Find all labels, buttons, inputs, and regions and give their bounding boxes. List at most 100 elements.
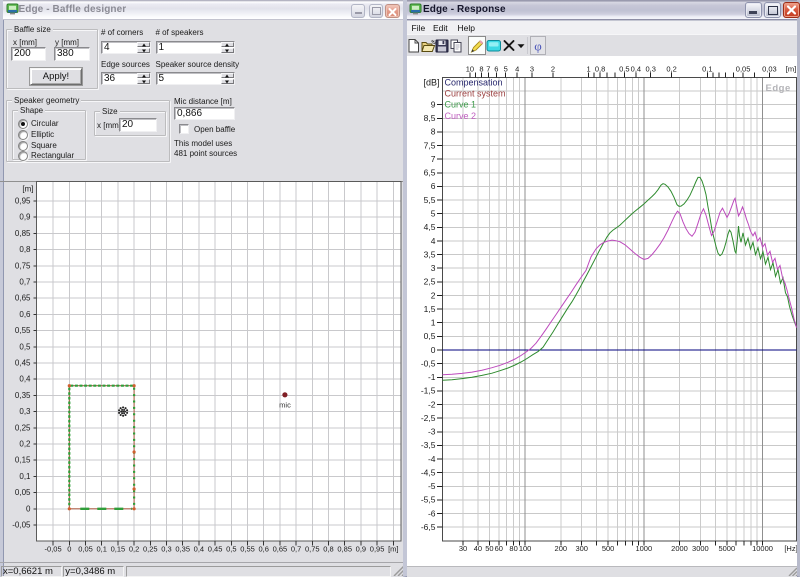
svg-text:5: 5 [431,209,436,219]
svg-text:5000: 5000 [718,544,735,553]
svg-text:0,2: 0,2 [666,65,676,74]
svg-text:0,4: 0,4 [194,545,204,554]
svg-text:mic: mic [279,401,291,410]
svg-text:0: 0 [431,345,436,355]
svg-text:1: 1 [587,65,591,74]
svg-text:1000: 1000 [635,544,652,553]
svg-text:-5,5: -5,5 [421,495,436,505]
svg-text:500: 500 [602,544,615,553]
svg-text:0,05: 0,05 [15,488,31,497]
svg-text:-3,5: -3,5 [421,440,436,450]
svg-text:0,55: 0,55 [240,545,255,554]
svg-text:0,25: 0,25 [143,545,158,554]
svg-text:0,35: 0,35 [175,545,190,554]
svg-text:Curve 2: Curve 2 [445,111,477,121]
svg-text:0,7: 0,7 [291,545,301,554]
svg-text:-3: -3 [428,427,436,437]
svg-text:0,2: 0,2 [19,440,31,449]
svg-text:-0,05: -0,05 [12,521,31,530]
svg-text:0,6: 0,6 [258,545,268,554]
svg-text:0,45: 0,45 [15,359,31,368]
svg-text:0,1: 0,1 [96,545,106,554]
svg-text:6,5: 6,5 [424,168,436,178]
svg-text:-4,5: -4,5 [421,468,436,478]
svg-text:0: 0 [26,504,31,513]
svg-text:0,45: 0,45 [208,545,223,554]
svg-text:-6: -6 [428,508,436,518]
svg-text:-1: -1 [428,372,436,382]
svg-text:Curve 1: Curve 1 [445,100,477,110]
svg-text:4: 4 [431,236,436,246]
svg-text:Current system: Current system [445,89,506,99]
svg-text:0,3: 0,3 [645,65,655,74]
svg-text:0,9: 0,9 [356,545,366,554]
svg-text:0,4: 0,4 [19,375,31,384]
svg-text:-6,5: -6,5 [421,522,436,532]
svg-text:[m]: [m] [388,545,398,554]
svg-text:-2,5: -2,5 [421,413,436,423]
svg-text:0,25: 0,25 [15,423,31,432]
svg-text:0,5: 0,5 [424,331,436,341]
svg-text:0,6: 0,6 [19,310,31,319]
svg-text:1,5: 1,5 [424,304,436,314]
svg-text:-0,5: -0,5 [421,358,436,368]
svg-text:80: 80 [509,544,517,553]
svg-text:5,5: 5,5 [424,195,436,205]
svg-text:0,65: 0,65 [15,294,31,303]
svg-text:0,9: 0,9 [19,213,31,222]
svg-text:0,5: 0,5 [619,65,629,74]
svg-text:-5: -5 [428,481,436,491]
svg-text:0,3: 0,3 [19,407,31,416]
svg-text:0,95: 0,95 [370,545,385,554]
svg-text:0,5: 0,5 [226,545,236,554]
svg-text:8: 8 [479,65,483,74]
svg-text:2,5: 2,5 [424,277,436,287]
svg-text:3000: 3000 [692,544,709,553]
svg-text:0,05: 0,05 [736,65,751,74]
svg-text:0,15: 0,15 [15,456,31,465]
svg-text:0,05: 0,05 [78,545,93,554]
svg-text:[dB]: [dB] [423,78,439,88]
svg-text:4,5: 4,5 [424,222,436,232]
svg-text:10: 10 [466,65,474,74]
svg-text:6: 6 [494,65,498,74]
svg-text:7: 7 [486,65,490,74]
svg-text:0,35: 0,35 [15,391,31,400]
svg-text:0,3: 0,3 [161,545,171,554]
svg-text:0,85: 0,85 [337,545,352,554]
svg-text:50: 50 [485,544,493,553]
svg-text:8,5: 8,5 [424,113,436,123]
svg-text:100: 100 [519,544,532,553]
svg-text:2000: 2000 [671,544,688,553]
svg-text:0,55: 0,55 [15,326,31,335]
svg-text:0,7: 0,7 [19,278,31,287]
svg-text:0,8: 0,8 [595,65,605,74]
svg-text:8: 8 [431,127,436,137]
svg-text:-4: -4 [428,454,436,464]
svg-text:5: 5 [504,65,508,74]
svg-text:9: 9 [431,100,436,110]
svg-text:[Hz]: [Hz] [784,544,797,553]
svg-text:0,85: 0,85 [15,229,31,238]
svg-text:3: 3 [530,65,534,74]
svg-text:0,65: 0,65 [273,545,288,554]
svg-text:3,5: 3,5 [424,249,436,259]
svg-text:7,5: 7,5 [424,140,436,150]
svg-text:3: 3 [431,263,436,273]
svg-text:0,75: 0,75 [305,545,320,554]
svg-text:60: 60 [495,544,503,553]
svg-text:1: 1 [431,318,436,328]
svg-text:[m]: [m] [786,65,796,74]
svg-text:2: 2 [431,290,436,300]
svg-text:0,8: 0,8 [323,545,333,554]
svg-text:7: 7 [431,154,436,164]
svg-text:0,2: 0,2 [129,545,139,554]
svg-text:-2: -2 [428,399,436,409]
svg-text:[m]: [m] [22,185,33,194]
svg-text:0,5: 0,5 [19,342,31,351]
svg-text:0,15: 0,15 [111,545,126,554]
svg-text:Edge: Edge [766,83,791,94]
svg-text:0,1: 0,1 [19,472,31,481]
svg-text:40: 40 [474,544,482,553]
svg-text:4: 4 [515,65,519,74]
